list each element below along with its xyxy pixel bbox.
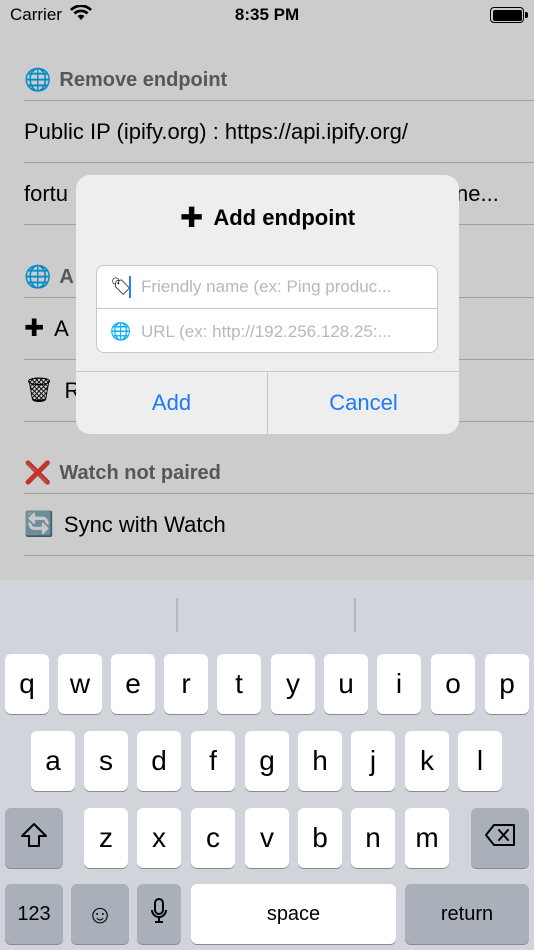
friendly-name-field[interactable]: 🏷 bbox=[97, 266, 437, 309]
space-key[interactable]: space bbox=[191, 884, 396, 944]
key-s[interactable]: s bbox=[84, 731, 128, 791]
key-z[interactable]: z bbox=[84, 808, 128, 868]
text-caret bbox=[129, 276, 131, 298]
key-j[interactable]: j bbox=[351, 731, 395, 791]
key-c[interactable]: c bbox=[191, 808, 235, 868]
key-d[interactable]: d bbox=[137, 731, 181, 791]
key-q[interactable]: q bbox=[5, 654, 49, 714]
alert-fields: 🏷 🌐 bbox=[96, 265, 438, 353]
key-b[interactable]: b bbox=[298, 808, 342, 868]
key-i[interactable]: i bbox=[377, 654, 421, 714]
shift-icon bbox=[20, 822, 48, 855]
alert-title: ✚ Add endpoint bbox=[76, 201, 459, 234]
key-u[interactable]: u bbox=[324, 654, 368, 714]
cancel-button[interactable]: Cancel bbox=[267, 372, 459, 434]
prediction-divider bbox=[354, 598, 356, 632]
globe-icon: 🌐 bbox=[110, 321, 132, 341]
emoji-key[interactable]: ☺ bbox=[71, 884, 129, 944]
shift-key[interactable] bbox=[5, 808, 63, 868]
key-k[interactable]: k bbox=[405, 731, 449, 791]
key-e[interactable]: e bbox=[111, 654, 155, 714]
key-t[interactable]: t bbox=[217, 654, 261, 714]
key-m[interactable]: m bbox=[405, 808, 449, 868]
key-n[interactable]: n bbox=[351, 808, 395, 868]
key-v[interactable]: v bbox=[245, 808, 289, 868]
key-f[interactable]: f bbox=[191, 731, 235, 791]
add-button[interactable]: Add bbox=[76, 372, 267, 434]
plus-icon: ✚ bbox=[179, 202, 204, 233]
key-p[interactable]: p bbox=[485, 654, 529, 714]
microphone-icon bbox=[150, 897, 168, 932]
key-l[interactable]: l bbox=[458, 731, 502, 791]
key-r[interactable]: r bbox=[164, 654, 208, 714]
key-h[interactable]: h bbox=[298, 731, 342, 791]
key-y[interactable]: y bbox=[271, 654, 315, 714]
key-o[interactable]: o bbox=[431, 654, 475, 714]
dictation-key[interactable] bbox=[137, 884, 181, 944]
numbers-key[interactable]: 123 bbox=[5, 884, 63, 944]
emoji-icon: ☺ bbox=[86, 898, 114, 929]
url-field[interactable]: 🌐 bbox=[97, 310, 437, 353]
add-endpoint-alert: ✚ Add endpoint 🏷 🌐 Add Cancel bbox=[76, 175, 459, 434]
alert-title-label: Add endpoint bbox=[213, 204, 356, 230]
alert-buttons: Add Cancel bbox=[76, 371, 459, 434]
backspace-icon bbox=[484, 822, 516, 854]
keyboard: q w e r t y u i o p a s d f g h j k l z … bbox=[0, 580, 534, 950]
prediction-divider bbox=[176, 598, 178, 632]
key-w[interactable]: w bbox=[58, 654, 102, 714]
key-a[interactable]: a bbox=[31, 731, 75, 791]
friendly-name-input[interactable] bbox=[141, 277, 431, 297]
delete-key[interactable] bbox=[471, 808, 529, 868]
key-x[interactable]: x bbox=[137, 808, 181, 868]
key-g[interactable]: g bbox=[245, 731, 289, 791]
url-input[interactable] bbox=[141, 321, 431, 342]
return-key[interactable]: return bbox=[405, 884, 529, 944]
